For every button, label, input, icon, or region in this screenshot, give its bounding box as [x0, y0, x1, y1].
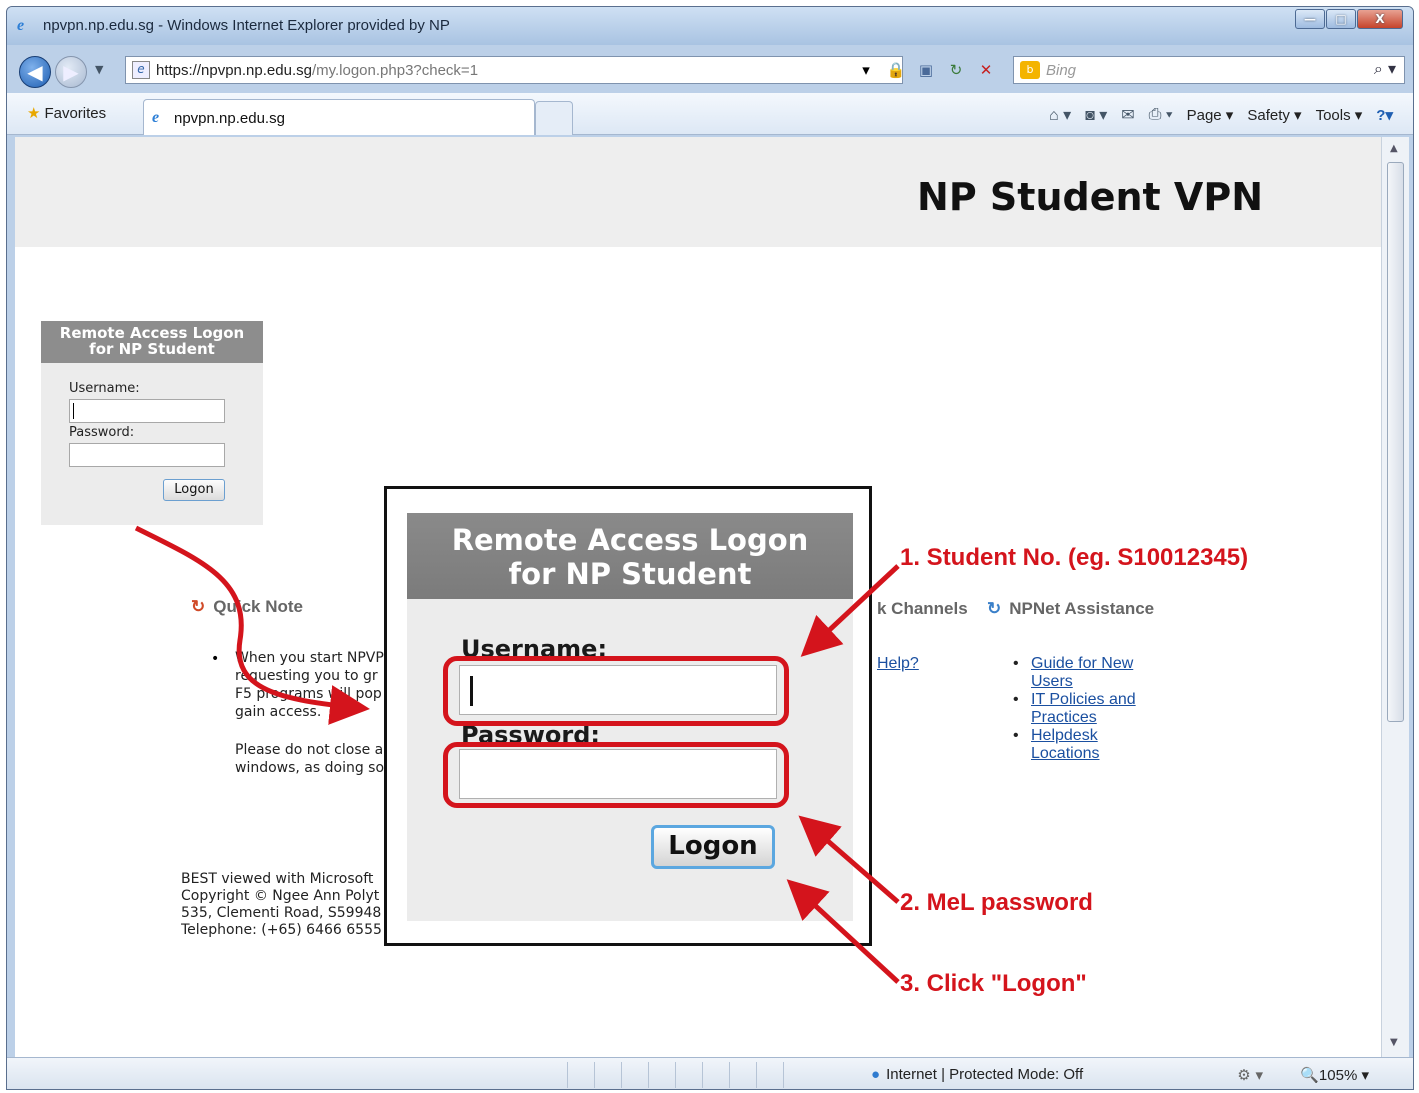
arrow-to-zoom [134, 525, 370, 725]
arrow-step1 [800, 564, 900, 657]
arrow-step3 [786, 879, 900, 984]
arrow-step2 [798, 815, 900, 904]
annotation-arrows [134, 525, 900, 984]
